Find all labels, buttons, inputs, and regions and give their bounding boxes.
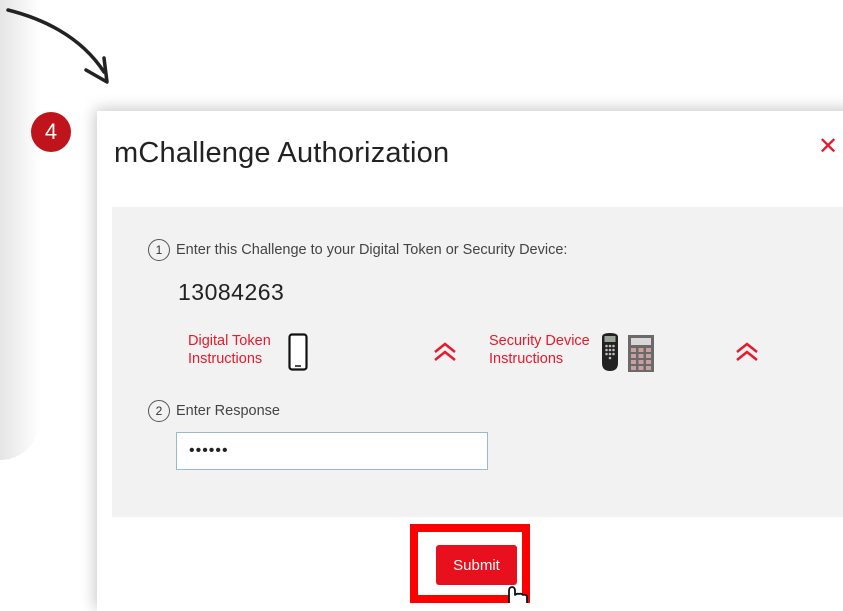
security-device-link-line2: Instructions bbox=[489, 351, 564, 367]
security-device-link-line1: Security Device bbox=[489, 333, 590, 349]
submit-button[interactable]: Submit bbox=[436, 545, 517, 585]
digital-token-link-line2: Instructions bbox=[188, 351, 263, 367]
smartphone-icon bbox=[288, 333, 308, 371]
step-2-text: Enter Response bbox=[176, 403, 280, 419]
hand-cursor-icon bbox=[508, 586, 528, 603]
challenge-panel: 1 Enter this Challenge to your Digital T… bbox=[112, 207, 843, 517]
step-badge: 4 bbox=[31, 112, 71, 152]
security-device-icon bbox=[602, 333, 654, 372]
digital-token-link-line1: Digital Token bbox=[188, 333, 271, 349]
security-device-instructions-link[interactable]: Security Device Instructions bbox=[489, 332, 590, 368]
security-device-expand-chevron-icon[interactable] bbox=[734, 341, 760, 363]
response-input[interactable] bbox=[176, 432, 488, 470]
step-1-number: 1 bbox=[148, 239, 170, 261]
curved-arrow-icon bbox=[6, 8, 109, 84]
digital-token-expand-chevron-icon[interactable] bbox=[432, 341, 458, 363]
step-1-text: Enter this Challenge to your Digital Tok… bbox=[176, 242, 568, 258]
step-2-number: 2 bbox=[148, 400, 170, 422]
close-icon[interactable]: ✕ bbox=[818, 135, 842, 159]
dialog-title: mChallenge Authorization bbox=[114, 137, 450, 169]
challenge-code: 13084263 bbox=[178, 279, 285, 305]
digital-token-instructions-link[interactable]: Digital Token Instructions bbox=[188, 332, 271, 368]
